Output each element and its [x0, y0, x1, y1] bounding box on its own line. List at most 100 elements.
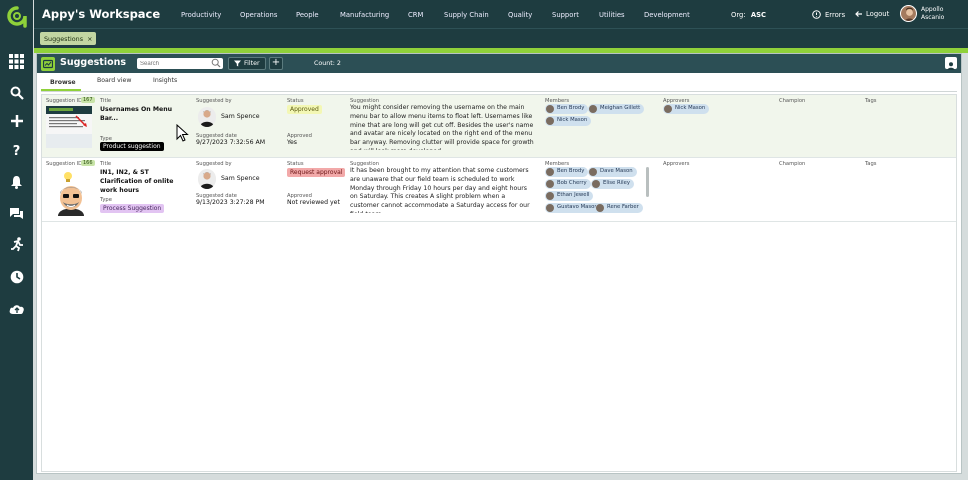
- user-last-name: Ascanio: [921, 14, 945, 21]
- suggestion-text: It has been brought to my attention that…: [350, 167, 530, 213]
- member-chip[interactable]: Dave Mason: [588, 167, 637, 177]
- add-suggestion-button[interactable]: +: [269, 57, 283, 70]
- filter-button[interactable]: Filter: [228, 57, 266, 70]
- type-pill: Process Suggestion: [100, 204, 165, 213]
- status-pill: Approved: [287, 105, 322, 114]
- top-header: Appy's Workspace Productivity Operations…: [34, 0, 968, 28]
- suggestion-id-badge: 166: [81, 160, 95, 166]
- member-chip[interactable]: Ethan Jewell: [545, 191, 594, 201]
- tab-divider: [41, 91, 957, 92]
- member-name: Ben Brody: [557, 168, 585, 174]
- approver-avatar: [664, 105, 672, 113]
- user-avatar[interactable]: [900, 5, 917, 22]
- nav-productivity[interactable]: Productivity: [181, 11, 221, 19]
- nav-supply-chain[interactable]: Supply Chain: [444, 11, 489, 19]
- members-scrollbar[interactable]: [646, 167, 649, 197]
- suggestion-id-label: Suggestion ID: [46, 98, 83, 104]
- close-icon[interactable]: ×: [87, 35, 92, 43]
- member-chip[interactable]: Ben Brody: [545, 104, 589, 114]
- suggestion-thumbnail[interactable]: [50, 168, 92, 218]
- member-chip[interactable]: Bob Cherry: [545, 179, 591, 189]
- user-name[interactable]: Appollo Ascanio: [921, 6, 944, 22]
- member-name: Ethan Jewell: [557, 192, 590, 198]
- filter-icon: [234, 60, 241, 67]
- search-icon[interactable]: [8, 84, 25, 101]
- tab-browse[interactable]: Browse: [50, 79, 76, 86]
- left-rail: ?: [0, 0, 33, 480]
- member-chip[interactable]: Rene Farber: [595, 203, 643, 213]
- member-avatar: [589, 105, 597, 113]
- member-name: Meighan Gillett: [600, 105, 641, 111]
- bell-icon[interactable]: [8, 173, 25, 190]
- status-label: Status: [287, 161, 304, 167]
- member-chip[interactable]: Ben Brody: [545, 167, 589, 177]
- user-settings-button[interactable]: [945, 57, 957, 70]
- help-icon[interactable]: ?: [8, 143, 25, 160]
- approved-value: Not reviewed yet: [287, 199, 340, 206]
- chip-suggestions[interactable]: Suggestions ×: [40, 32, 97, 45]
- suggestion-id-label: Suggestion ID: [46, 161, 83, 167]
- add-icon[interactable]: [8, 112, 25, 129]
- member-chip[interactable]: Gustavo Mason: [545, 203, 602, 213]
- approver-chip[interactable]: Nick Mason: [663, 104, 710, 114]
- tags-label: Tags: [865, 98, 877, 104]
- members-list[interactable]: Ben Brody Dave Mason Bob Cherry Elise Ri…: [545, 167, 648, 217]
- status-pill: Request approval: [287, 168, 346, 177]
- apps-grid-icon[interactable]: [8, 53, 25, 70]
- nav-support[interactable]: Support: [552, 11, 579, 19]
- nav-development[interactable]: Development: [644, 11, 690, 19]
- member-chip[interactable]: Nick Mason: [545, 116, 592, 126]
- tab-insights[interactable]: Insights: [153, 77, 177, 84]
- nav-manufacturing[interactable]: Manufacturing: [340, 11, 389, 19]
- panel-header: Suggestions Filter + Count: 2: [37, 54, 961, 73]
- member-name: Ben Brody: [557, 105, 585, 111]
- suggested-by-label: Suggested by: [196, 98, 232, 104]
- workspace-title[interactable]: Appy's Workspace: [42, 7, 160, 21]
- member-name: Bob Cherry: [557, 180, 587, 186]
- member-avatar: [546, 168, 554, 176]
- suggestion-thumbnail[interactable]: [46, 106, 92, 148]
- org-value: ASC: [750, 11, 766, 19]
- running-icon[interactable]: [8, 236, 25, 253]
- table-row[interactable]: Suggestion ID 166 Title IN1, IN2, & ST C…: [42, 158, 956, 222]
- user-first-name: Appollo: [921, 6, 944, 13]
- member-avatar: [546, 192, 554, 200]
- member-chip[interactable]: Meighan Gillett: [588, 104, 645, 114]
- nav-crm[interactable]: CRM: [408, 11, 423, 19]
- app-logo-icon[interactable]: [7, 6, 27, 28]
- member-name: Dave Mason: [600, 168, 633, 174]
- info-icon: [812, 10, 821, 19]
- suggestion-title[interactable]: IN1, IN2, & ST Clarification of onlite w…: [100, 168, 188, 195]
- member-chip[interactable]: Elise Riley: [591, 179, 635, 189]
- org-selector[interactable]: Org: ASC: [731, 11, 766, 19]
- suggestions-table: Suggestion ID 167 Title Usernames On Men: [41, 94, 957, 472]
- member-avatar: [592, 180, 600, 188]
- chip-label: Suggestions: [44, 34, 84, 43]
- cloud-upload-icon[interactable]: [8, 300, 25, 317]
- logout-button[interactable]: Logout: [855, 10, 889, 18]
- clock-icon[interactable]: [8, 268, 25, 285]
- errors-button[interactable]: Errors: [812, 10, 845, 19]
- chat-icon[interactable]: [8, 205, 25, 222]
- member-avatar: [546, 105, 554, 113]
- open-tabs-bar: Suggestions ×: [34, 28, 968, 48]
- member-name: Elise Riley: [603, 180, 631, 186]
- nav-quality[interactable]: Quality: [508, 11, 532, 19]
- suggestion-text: You might consider removing the username…: [350, 104, 534, 150]
- suggested-date: 9/13/2023 3:27:28 PM: [196, 199, 265, 206]
- suggestion-panel-icon: [41, 57, 55, 71]
- tags-label: Tags: [865, 161, 877, 167]
- nav-utilities[interactable]: Utilities: [599, 11, 625, 19]
- nav-people[interactable]: People: [296, 11, 319, 19]
- suggestion-title[interactable]: Usernames On Menu Bar...: [100, 105, 188, 123]
- title-label: Title: [100, 161, 112, 167]
- title-label: Title: [100, 98, 112, 104]
- tab-board-view[interactable]: Board view: [97, 77, 131, 84]
- member-name: Gustavo Mason: [557, 204, 598, 210]
- suggested-date: 9/27/2023 7:32:56 AM: [196, 139, 266, 146]
- search-icon[interactable]: [211, 58, 221, 68]
- champion-label: Champion: [779, 161, 806, 167]
- panel-title: Suggestions: [60, 57, 127, 68]
- member-avatar: [589, 168, 597, 176]
- nav-operations[interactable]: Operations: [240, 11, 277, 19]
